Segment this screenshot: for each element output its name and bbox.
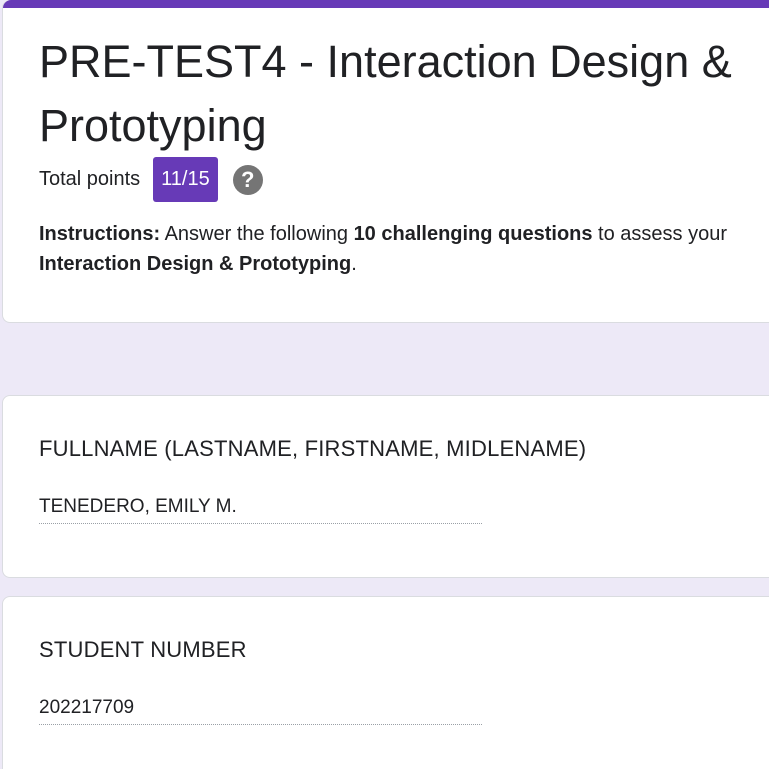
instructions-text-2: to assess your bbox=[592, 223, 728, 245]
form-page: PRE-TEST4 - Interaction Design & Prototy… bbox=[0, 0, 769, 769]
instructions-bold-2: Interaction Design & Prototyping bbox=[39, 253, 352, 275]
form-header-card: PRE-TEST4 - Interaction Design & Prototy… bbox=[2, 0, 769, 323]
instructions-label: Instructions: bbox=[39, 223, 161, 245]
total-points-row: Total points 11/15 ? bbox=[39, 157, 263, 202]
help-icon[interactable]: ? bbox=[232, 164, 263, 195]
question-title: FULLNAME (LASTNAME, FIRSTNAME, MIDLENAME… bbox=[39, 436, 587, 461]
instructions-text-1: Answer the following bbox=[160, 223, 354, 245]
form-title: PRE-TEST4 - Interaction Design & Prototy… bbox=[39, 36, 732, 151]
score-badge: 11/15 bbox=[153, 157, 218, 202]
fullname-answer-field: TENEDERO, EMILY M. bbox=[39, 495, 482, 524]
question-card-fullname: FULLNAME (LASTNAME, FIRSTNAME, MIDLENAME… bbox=[2, 395, 769, 578]
total-points-label: Total points bbox=[39, 168, 141, 190]
instructions-text-3: . bbox=[351, 253, 357, 275]
question-title: STUDENT NUMBER bbox=[39, 637, 247, 662]
instructions-bold-1: 10 challenging questions bbox=[353, 223, 593, 245]
question-card-student-number: STUDENT NUMBER 202217709 bbox=[2, 596, 769, 769]
accent-bar bbox=[3, 0, 769, 8]
student-number-answer-field: 202217709 bbox=[39, 696, 482, 725]
instructions-text: Instructions: Answer the following 10 ch… bbox=[39, 219, 769, 279]
